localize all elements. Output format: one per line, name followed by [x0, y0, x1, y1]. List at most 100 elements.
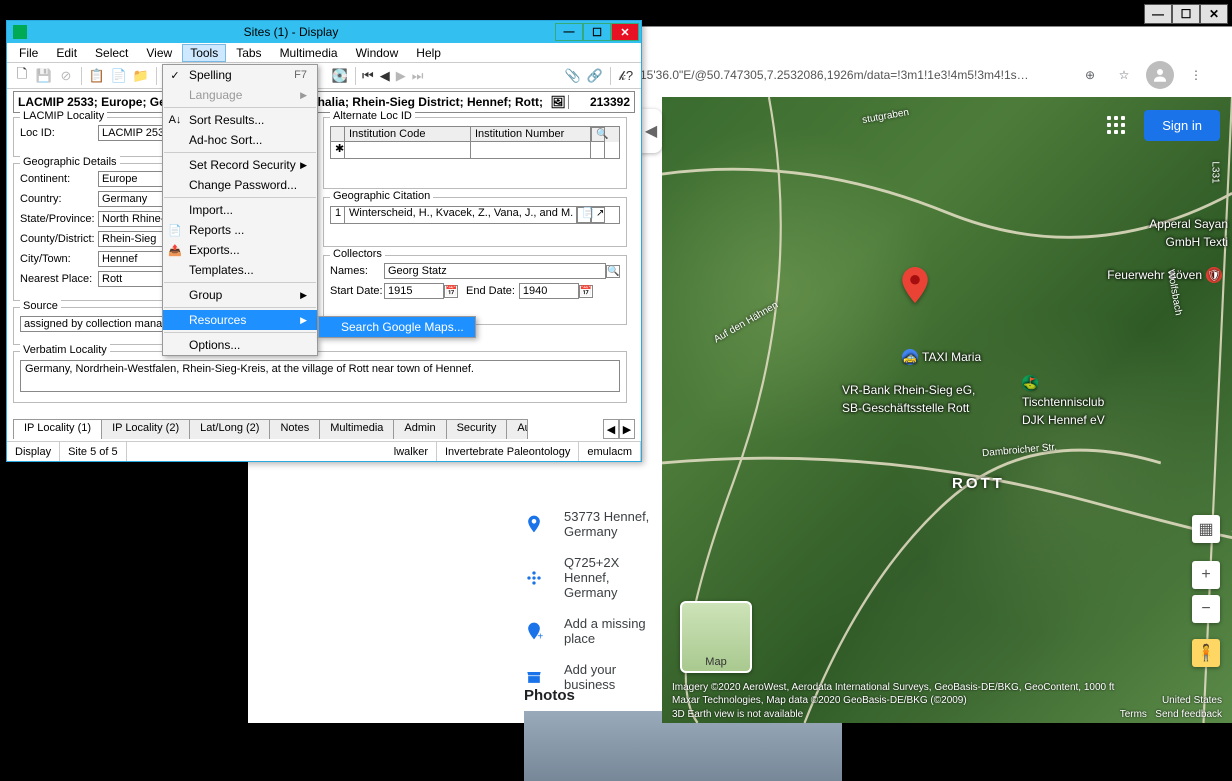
- map-marker-icon[interactable]: [902, 267, 928, 303]
- nav-first-icon[interactable]: ⏮: [362, 68, 374, 84]
- nav-prev-icon[interactable]: ◀: [380, 68, 390, 84]
- gm-address-row[interactable]: 53773 Hennef, Germany: [524, 509, 658, 539]
- tab-latlong-2[interactable]: Lat/Long (2): [189, 419, 270, 439]
- tools-item-ad-hoc-sort[interactable]: Ad-hoc Sort...: [163, 130, 317, 150]
- tools-item-import[interactable]: Import...: [163, 200, 317, 220]
- gm-pegman-wrap: 🧍: [1192, 639, 1220, 667]
- tb-circle-icon: ⊘: [57, 67, 75, 85]
- submenu-search-google-maps[interactable]: Search Google Maps...: [319, 317, 475, 337]
- tools-item-set-record-security[interactable]: Set Record Security▶: [163, 155, 317, 175]
- cit-view-icon[interactable]: 📄: [577, 207, 591, 223]
- menu-view[interactable]: View: [138, 44, 180, 62]
- menu-help[interactable]: Help: [408, 44, 449, 62]
- poi-tennis[interactable]: ⛳TischtennisclubDJK Hennef eV: [1022, 375, 1105, 427]
- continent-label: Continent:: [20, 173, 98, 185]
- chrome-menu-icon[interactable]: ⋮: [1184, 63, 1208, 87]
- tools-dropdown: ✓SpellingF7Language▶A↓Sort Results...Ad-…: [162, 64, 318, 356]
- coll-lookup-icon[interactable]: 🔍: [606, 265, 620, 278]
- emu-close-button[interactable]: ✕: [611, 23, 639, 41]
- tb-link-icon[interactable]: 🔗: [586, 67, 604, 85]
- tab-admin[interactable]: Admin: [393, 419, 446, 439]
- tb-cut-icon[interactable]: 📋: [88, 67, 106, 85]
- tools-item-templates[interactable]: Templates...: [163, 260, 317, 280]
- altloc-lookup-icon[interactable]: 🔍: [591, 127, 605, 142]
- coll-start-input[interactable]: [384, 283, 444, 299]
- site-zoom-icon[interactable]: ⊕: [1078, 63, 1102, 87]
- gm-minimap-toggle[interactable]: Map: [680, 601, 752, 673]
- tb-disk-icon[interactable]: 💽: [331, 67, 349, 85]
- verbatim-text[interactable]: Germany, Nordrhein-Westfalen, Rhein-Sieg…: [20, 360, 620, 392]
- chrome-profile-avatar-icon[interactable]: [1146, 61, 1174, 89]
- zoom-in-button[interactable]: +: [1192, 561, 1220, 589]
- tab-security[interactable]: Security: [446, 419, 508, 439]
- tools-item-spelling[interactable]: ✓SpellingF7: [163, 65, 317, 85]
- tb-help-icon[interactable]: 𝓀?: [617, 67, 635, 85]
- coll-names-input[interactable]: [384, 263, 606, 279]
- gm-zoom-controls: ▦: [1192, 515, 1220, 543]
- parent-maximize-button[interactable]: ☐: [1172, 4, 1200, 24]
- poi-bank[interactable]: VR-Bank Rhein-Sieg eG,SB-Geschäftsstelle…: [842, 383, 975, 415]
- menu-tabs[interactable]: Tabs: [228, 44, 269, 62]
- tools-item-sort-results[interactable]: A↓Sort Results...: [163, 110, 317, 130]
- tools-item-group[interactable]: Group▶: [163, 285, 317, 305]
- parent-close-button[interactable]: ✕: [1200, 4, 1228, 24]
- gm-collapse-button[interactable]: ◀: [640, 109, 662, 153]
- menu-edit[interactable]: Edit: [48, 44, 85, 62]
- tab-ip-locality-2[interactable]: IP Locality (2): [101, 419, 190, 439]
- emu-menubar: File Edit Select View Tools Tabs Multime…: [7, 43, 641, 63]
- road-stutgraben: stutgraben: [861, 107, 909, 126]
- poi-taxi[interactable]: 🚕TAXI Maria: [902, 349, 981, 365]
- emu-maximize-button[interactable]: ☐: [583, 23, 611, 41]
- tools-item-resources[interactable]: Resources▶: [163, 310, 317, 330]
- chevron-right-icon: ▶: [300, 315, 307, 326]
- layers-icon[interactable]: ▦: [1192, 515, 1220, 543]
- tab-audit[interactable]: Audit: [506, 419, 528, 439]
- tb-new-icon[interactable]: 🗋: [13, 67, 31, 85]
- cit-link-icon[interactable]: ↗: [591, 207, 605, 223]
- tb-copy-icon[interactable]: 📄: [110, 67, 128, 85]
- tools-item-options[interactable]: Options...: [163, 335, 317, 355]
- tab-multimedia[interactable]: Multimedia: [319, 419, 394, 439]
- coll-end-input[interactable]: [519, 283, 579, 299]
- gm-signin-button[interactable]: Sign in: [1144, 110, 1220, 141]
- banner-image-icon[interactable]: 🖼: [548, 95, 568, 109]
- tab-scroll-right-icon[interactable]: ▶: [619, 419, 635, 439]
- tools-item-change-password[interactable]: Change Password...: [163, 175, 317, 195]
- cit-value[interactable]: Winterscheid, H., Kvacek, Z., Vana, J., …: [345, 207, 577, 223]
- pegman-icon[interactable]: 🧍: [1192, 639, 1220, 667]
- nearest-label: Nearest Place:: [20, 273, 98, 285]
- menu-item-icon: ✓: [167, 69, 183, 82]
- emu-statusbar: Display Site 5 of 5 lwalker Invertebrate…: [7, 441, 641, 461]
- coll-start-cal-icon[interactable]: 📅: [444, 285, 458, 298]
- chrome-url-fragment: 15'36.0"E/@50.747305,7.2532086,1926m/dat…: [640, 68, 1068, 82]
- bookmark-star-icon[interactable]: ☆: [1112, 63, 1136, 87]
- gm-map-canvas[interactable]: ◀ 🚕TAXI Maria VR-Bank Rhein-Sieg eG,SB-G…: [662, 97, 1232, 723]
- parent-minimize-button[interactable]: —: [1144, 4, 1172, 24]
- emu-minimize-button[interactable]: —: [555, 23, 583, 41]
- tb-paste-icon[interactable]: 📁: [132, 67, 150, 85]
- status-dept: Invertebrate Paleontology: [437, 442, 579, 461]
- tab-scroll-left-icon[interactable]: ◀: [603, 419, 619, 439]
- menu-file[interactable]: File: [11, 44, 46, 62]
- menu-multimedia[interactable]: Multimedia: [272, 44, 346, 62]
- emu-titlebar[interactable]: Sites (1) - Display — ☐ ✕: [7, 21, 641, 43]
- gm-footer-terms[interactable]: Terms: [1120, 709, 1147, 720]
- tab-ip-locality-1[interactable]: IP Locality (1): [13, 419, 102, 439]
- zoom-out-button[interactable]: −: [1192, 595, 1220, 623]
- menu-select[interactable]: Select: [87, 44, 136, 62]
- google-apps-icon[interactable]: [1100, 109, 1132, 141]
- coll-end-cal-icon[interactable]: 📅: [579, 285, 593, 298]
- gm-pluscode-row[interactable]: Q725+2X Hennef, Germany: [524, 555, 658, 600]
- tools-item-reports[interactable]: 📄Reports ...: [163, 220, 317, 240]
- poi-apperal[interactable]: Apperal SayanGmbH Texti: [1149, 217, 1228, 249]
- menu-tools[interactable]: Tools: [182, 44, 226, 62]
- town-label-rott: ROTT: [952, 475, 1005, 492]
- tools-item-exports[interactable]: 📤Exports...: [163, 240, 317, 260]
- gm-add-place-row[interactable]: + Add a missing place: [524, 616, 658, 646]
- gm-footer-feedback[interactable]: Send feedback: [1155, 709, 1222, 720]
- tb-attach-icon[interactable]: 📎: [564, 67, 582, 85]
- menu-window[interactable]: Window: [348, 44, 407, 62]
- tab-notes[interactable]: Notes: [269, 419, 320, 439]
- chevron-right-icon: ▶: [300, 90, 307, 101]
- grp-collectors: Collectors Names:🔍 Start Date: 📅 End Dat…: [323, 255, 627, 325]
